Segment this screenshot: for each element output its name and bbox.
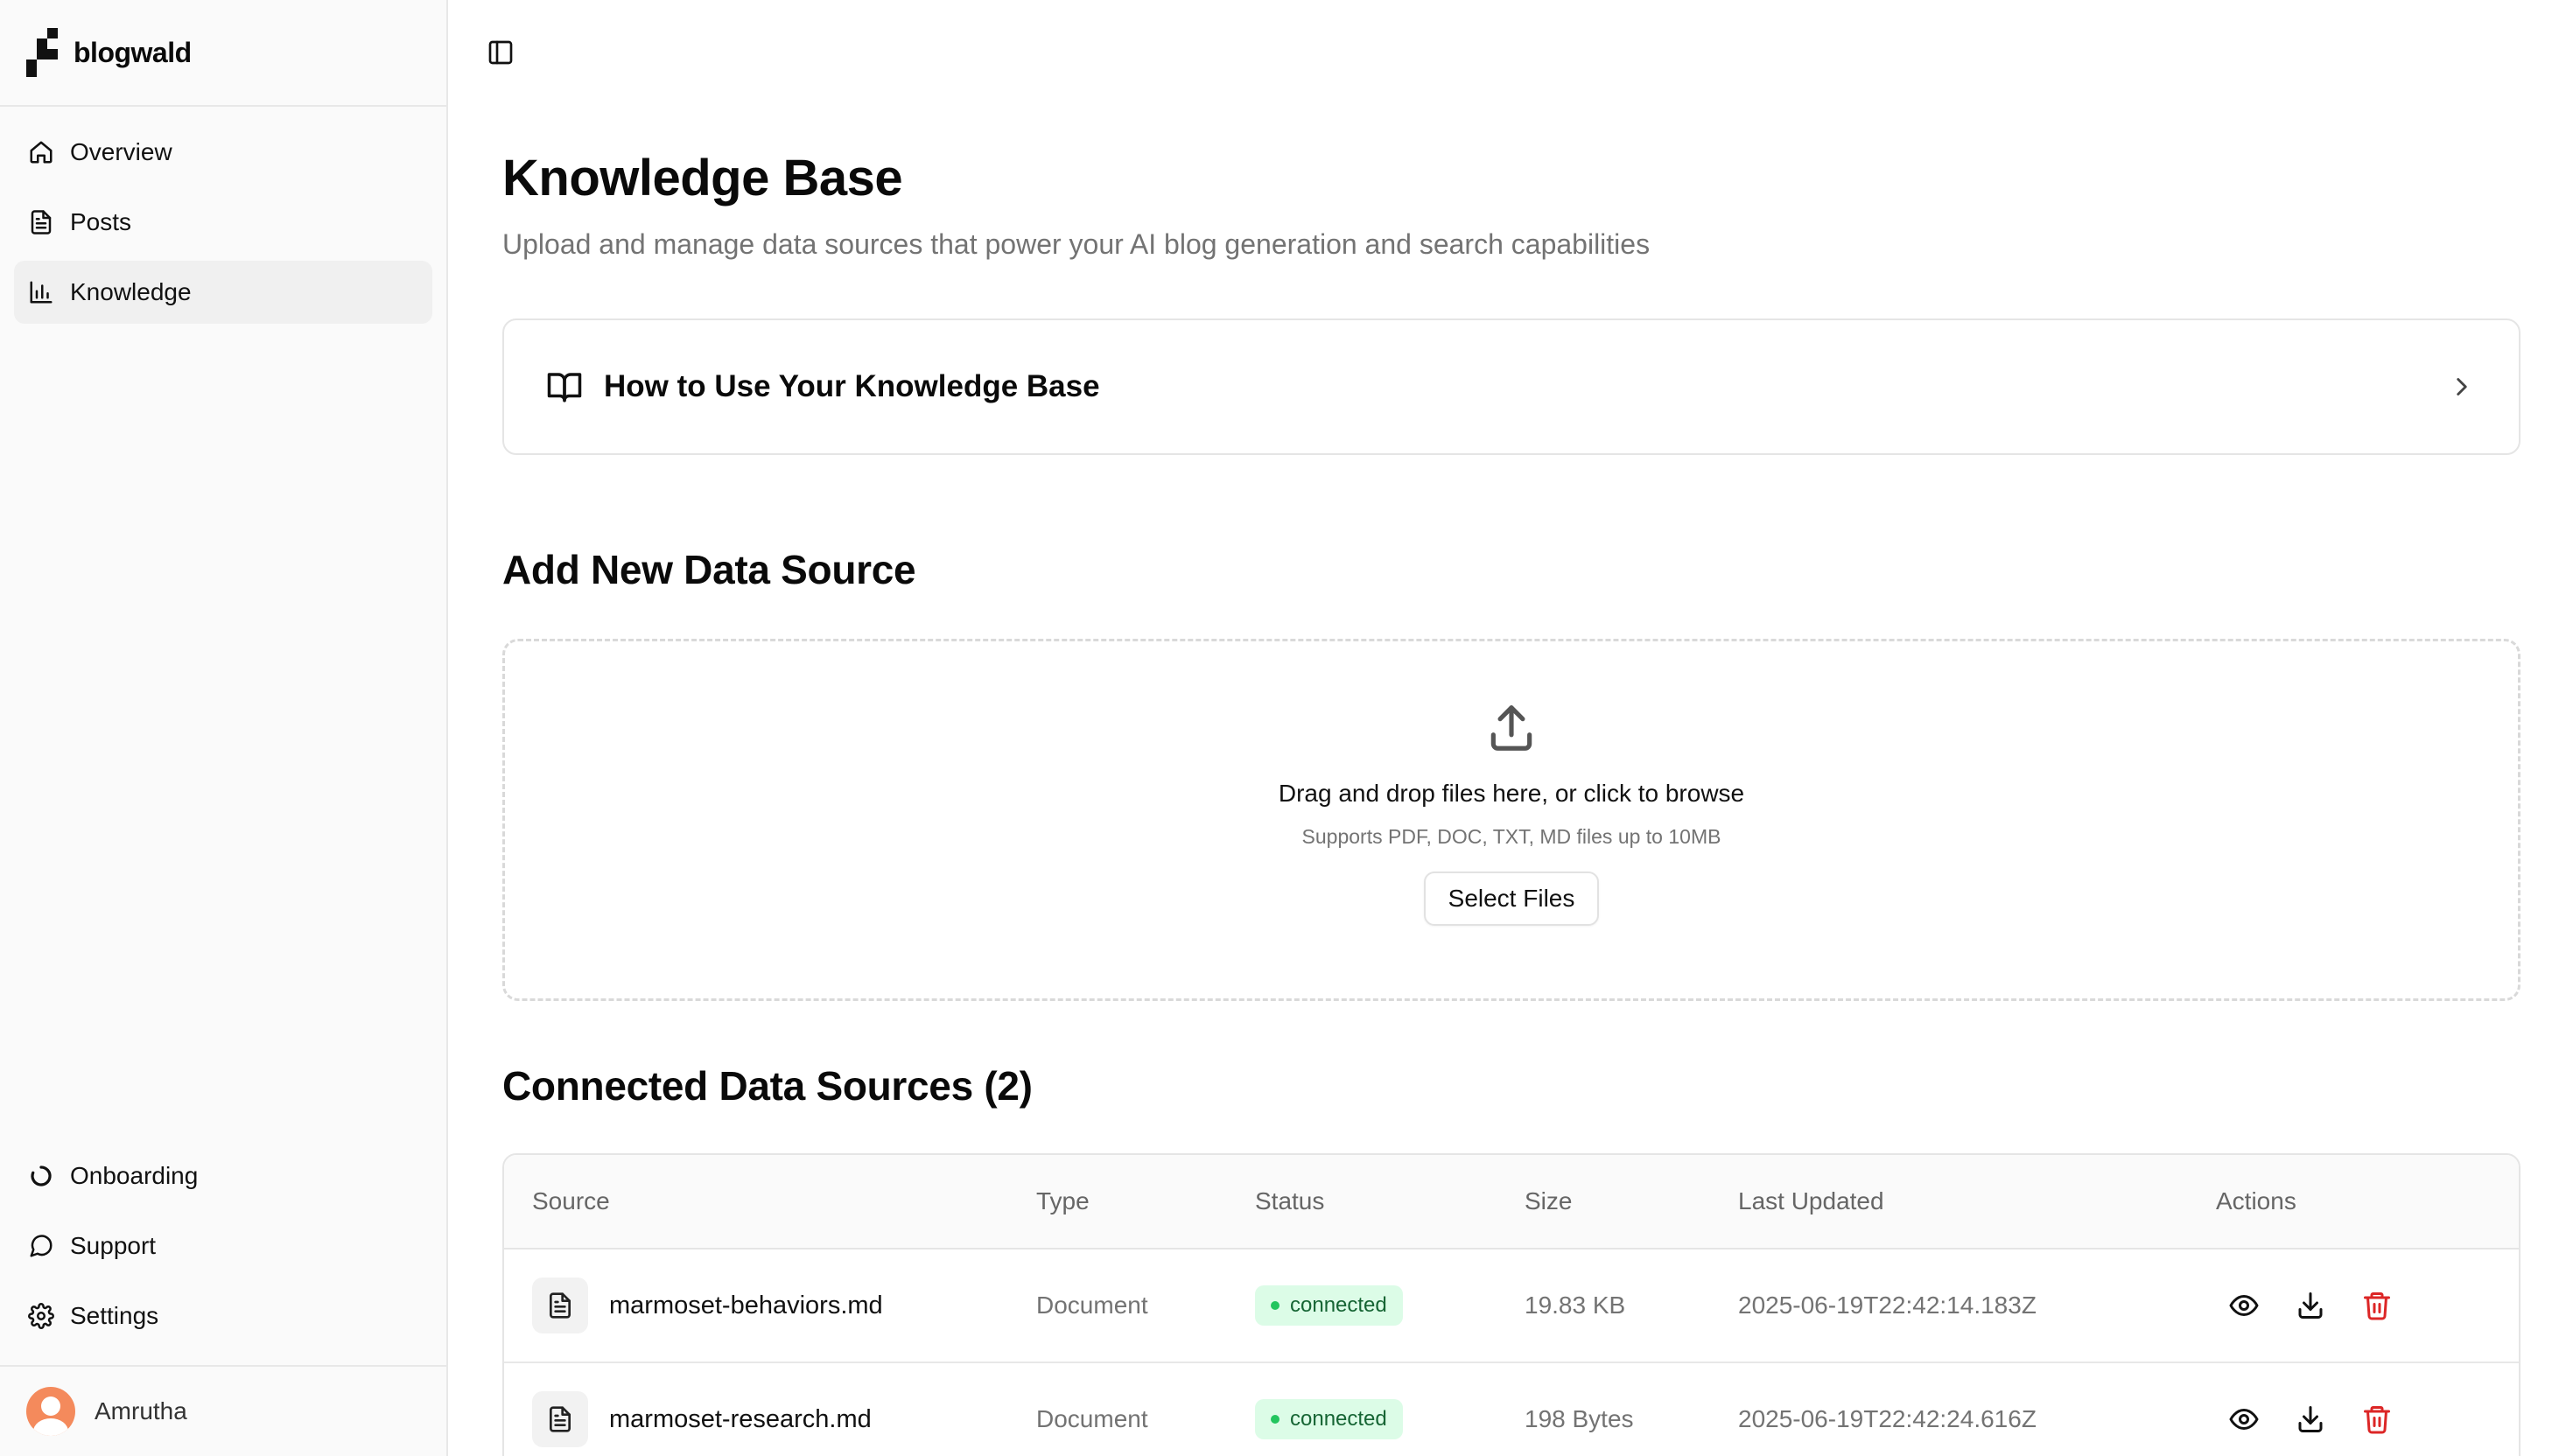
file-icon (532, 1278, 588, 1334)
sidebar-item-support[interactable]: Support (14, 1214, 432, 1278)
type-cell: Document (1036, 1405, 1148, 1432)
add-source-title: Add New Data Source (502, 547, 916, 592)
sidebar-item-overview[interactable]: Overview (14, 121, 432, 184)
page-title: Knowledge Base (502, 150, 903, 206)
type-cell: Document (1036, 1292, 1148, 1319)
source-name: marmoset-behaviors.md (609, 1291, 883, 1320)
page-content: Knowledge Base Upload and manage data so… (502, 149, 2520, 1456)
logo-icon (26, 28, 58, 77)
sidebar-item-settings[interactable]: Settings (14, 1284, 432, 1348)
gear-icon (28, 1303, 54, 1329)
source-cell: marmoset-research.md (504, 1391, 1036, 1447)
file-dropzone[interactable]: Drag and drop files here, or click to br… (502, 639, 2520, 1001)
actions-cell (2216, 1290, 2519, 1321)
connected-sources-title: Connected Data Sources (2) (502, 1063, 1033, 1109)
sidebar-item-label: Onboarding (70, 1162, 199, 1189)
app: blogwald Overview Posts Knowledge Onboar… (0, 0, 2573, 1456)
table-header: Source Type Status Size Last Updated Act… (504, 1155, 2519, 1250)
status-badge: connected (1255, 1285, 1403, 1326)
sidebar-item-label: Support (70, 1232, 157, 1259)
main-content: Knowledge Base Upload and manage data so… (448, 0, 2573, 1456)
page-subtitle: Upload and manage data sources that powe… (502, 228, 1651, 260)
size-cell: 19.83 KB (1525, 1292, 1626, 1319)
file-text-icon (31, 210, 52, 234)
column-header-actions: Actions (2216, 1187, 2296, 1214)
column-header-type: Type (1036, 1187, 1090, 1214)
brand-name: blogwald (74, 36, 192, 68)
status-badge: connected (1255, 1399, 1403, 1439)
dropzone-text: Drag and drop files here, or click to br… (1278, 780, 1745, 807)
sidebar: blogwald Overview Posts Knowledge Onboar… (0, 0, 448, 1456)
download-icon[interactable] (2295, 1290, 2326, 1321)
actions-cell (2216, 1404, 2519, 1435)
sidebar-item-label: Knowledge (70, 278, 192, 305)
sidebar-item-label: Overview (70, 138, 172, 165)
eye-icon[interactable] (2228, 1404, 2260, 1435)
table-row: marmoset-behaviors.md Document connected… (504, 1250, 2519, 1363)
sidebar-nav: Overview Posts Knowledge (0, 107, 446, 338)
select-files-button[interactable]: Select Files (1423, 872, 1600, 926)
sidebar-item-onboarding[interactable]: Onboarding (14, 1144, 432, 1208)
size-cell: 198 Bytes (1525, 1405, 1634, 1432)
user-name: Amrutha (95, 1397, 187, 1424)
sidebar-item-label: Posts (70, 208, 132, 235)
file-icon (532, 1391, 588, 1447)
upload-icon (1490, 705, 1532, 751)
user-menu[interactable]: Amrutha (0, 1365, 446, 1456)
sidebar-item-knowledge[interactable]: Knowledge (14, 261, 432, 324)
book-open-icon (547, 373, 582, 402)
updated-cell: 2025-06-19T22:42:14.183Z (1738, 1292, 2037, 1319)
avatar (26, 1387, 75, 1436)
column-header-status: Status (1255, 1187, 1325, 1214)
eye-icon[interactable] (2228, 1290, 2260, 1321)
column-header-last-updated: Last Updated (1738, 1187, 1884, 1214)
sidebar-item-label: Settings (70, 1302, 159, 1329)
column-header-size: Size (1525, 1187, 1573, 1214)
howto-title: How to Use Your Knowledge Base (604, 369, 1100, 403)
status-cell: connected (1255, 1285, 1525, 1326)
message-circle-icon (30, 1235, 53, 1257)
updated-cell: 2025-06-19T22:42:24.616Z (1738, 1405, 2037, 1432)
sidebar-item-posts[interactable]: Posts (14, 191, 432, 254)
loader-icon (31, 1166, 52, 1186)
bar-chart-icon (30, 281, 53, 304)
status-cell: connected (1255, 1399, 1525, 1439)
table-row: marmoset-research.md Document connected … (504, 1363, 2519, 1456)
chevron-right-icon (2457, 378, 2467, 396)
source-name: marmoset-research.md (609, 1404, 872, 1433)
sidebar-bottom-nav: Onboarding Support Settings (0, 1130, 446, 1365)
dropzone-hint: Supports PDF, DOC, TXT, MD files up to 1… (1301, 825, 1721, 848)
data-sources-table: Source Type Status Size Last Updated Act… (502, 1153, 2520, 1456)
sidebar-toggle-icon[interactable] (487, 38, 515, 66)
brand[interactable]: blogwald (0, 0, 446, 107)
source-cell: marmoset-behaviors.md (504, 1278, 1036, 1334)
trash-icon[interactable] (2361, 1290, 2393, 1321)
column-header-source: Source (532, 1187, 610, 1214)
howto-accordion[interactable]: How to Use Your Knowledge Base (502, 318, 2520, 455)
home-icon (30, 141, 53, 164)
trash-icon[interactable] (2361, 1404, 2393, 1435)
download-icon[interactable] (2295, 1404, 2326, 1435)
